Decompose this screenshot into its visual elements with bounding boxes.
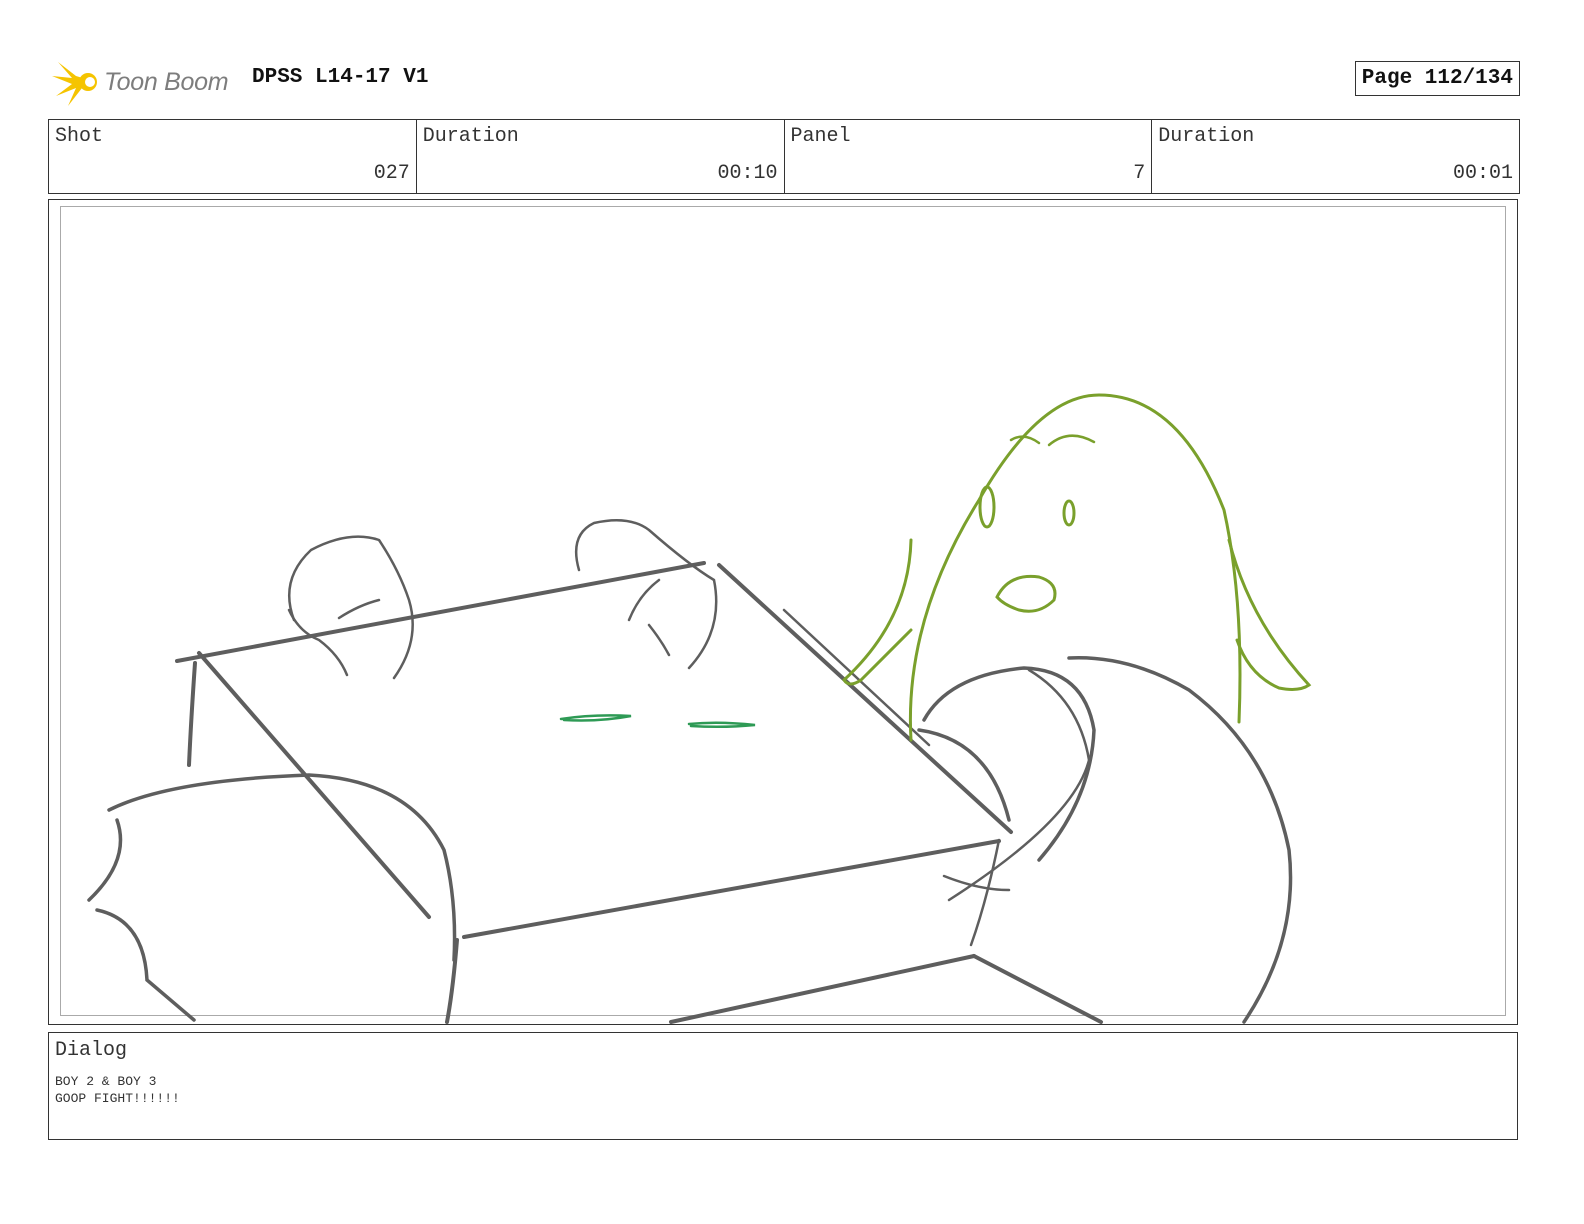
shot-duration-value: 00:10	[717, 162, 778, 185]
panel-duration-value: 00:01	[1452, 162, 1513, 185]
panel-value: 7	[1133, 162, 1146, 185]
dialog-text: BOY 2 & BOY 3 GOOP FIGHT!!!!!!	[55, 1073, 180, 1107]
panel-label: Panel	[790, 125, 851, 148]
panel-cell: Panel 7	[785, 120, 1153, 193]
storyboard-panel	[48, 199, 1518, 1025]
dialog-line: BOY 2 & BOY 3	[55, 1074, 157, 1089]
table-sketch	[175, 561, 1103, 1024]
panel-duration-cell: Duration 00:01	[1152, 120, 1519, 193]
dialog-line: GOOP FIGHT!!!!!!	[55, 1091, 180, 1106]
goop-marks	[559, 714, 756, 729]
panel-sketch	[87, 393, 1312, 1024]
page-indicator: Page 112/134	[1354, 61, 1520, 96]
shot-label: Shot	[55, 125, 104, 148]
shot-value: 027	[373, 162, 410, 185]
logo-text: Toon Boom	[104, 67, 229, 96]
toon-boom-logo: Toon Boom	[50, 56, 229, 108]
dialog-box: Dialog BOY 2 & BOY 3 GOOP FIGHT!!!!!!	[48, 1032, 1518, 1140]
dialog-label: Dialog	[55, 1039, 128, 1062]
shot-duration-label: Duration	[422, 125, 519, 148]
shot-duration-cell: Duration 00:10	[417, 120, 785, 193]
project-title: DPSS L14-17 V1	[252, 66, 429, 89]
shot-info-row: Shot 027 Duration 00:10 Panel 7 Duration…	[48, 119, 1520, 194]
boy-right-sketch	[917, 656, 1293, 1024]
panel-duration-label: Duration	[1158, 125, 1255, 148]
storyboard-header: Toon Boom DPSS L14-17 V1 Page 112/134	[48, 54, 1520, 106]
starburst-icon	[52, 62, 97, 106]
boy-left-sketch	[87, 773, 457, 1022]
shot-cell: Shot 027	[49, 120, 417, 193]
